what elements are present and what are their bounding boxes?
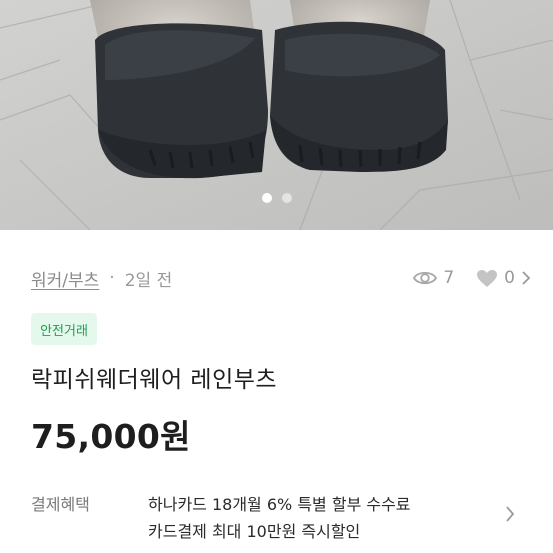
carousel-dot[interactable] — [281, 193, 292, 203]
heart-icon[interactable] — [476, 269, 498, 288]
carousel-dot-active[interactable] — [261, 193, 272, 203]
product-photo[interactable] — [0, 0, 553, 230]
views-stat: 7 — [413, 268, 454, 288]
eye-icon — [413, 271, 438, 285]
likes-count: 0 — [504, 268, 515, 288]
chevron-right-icon[interactable] — [521, 270, 531, 286]
carousel-dots — [0, 193, 553, 203]
product-title: 락피쉬웨더웨어 레인부츠 — [31, 367, 278, 393]
views-count: 7 — [443, 268, 455, 288]
benefit-line-1: 하나카드 18개월 6% 특별 할부 수수료 — [148, 495, 411, 514]
time-ago: 2일 전 — [124, 270, 173, 291]
likes-stat[interactable]: 0 — [476, 268, 531, 288]
payment-benefit-details[interactable]: 하나카드 18개월 6% 특별 할부 수수료 카드결제 최대 10만원 즉시할인 — [148, 491, 411, 545]
benefit-line-2: 카드결제 최대 10만원 즉시할인 — [148, 522, 361, 541]
meta-separator: · — [109, 268, 115, 288]
product-price: 75,000원 — [31, 417, 191, 456]
safe-trade-badge: 안전거래 — [31, 313, 97, 345]
chevron-right-icon[interactable] — [505, 505, 515, 523]
category-link[interactable]: 워커/부츠 — [31, 266, 99, 291]
product-stats: 7 0 — [395, 268, 531, 288]
product-meta: 워커/부츠 · 2일 전 7 0 — [31, 266, 531, 291]
payment-benefit-label: 결제혜택 — [31, 495, 90, 514]
